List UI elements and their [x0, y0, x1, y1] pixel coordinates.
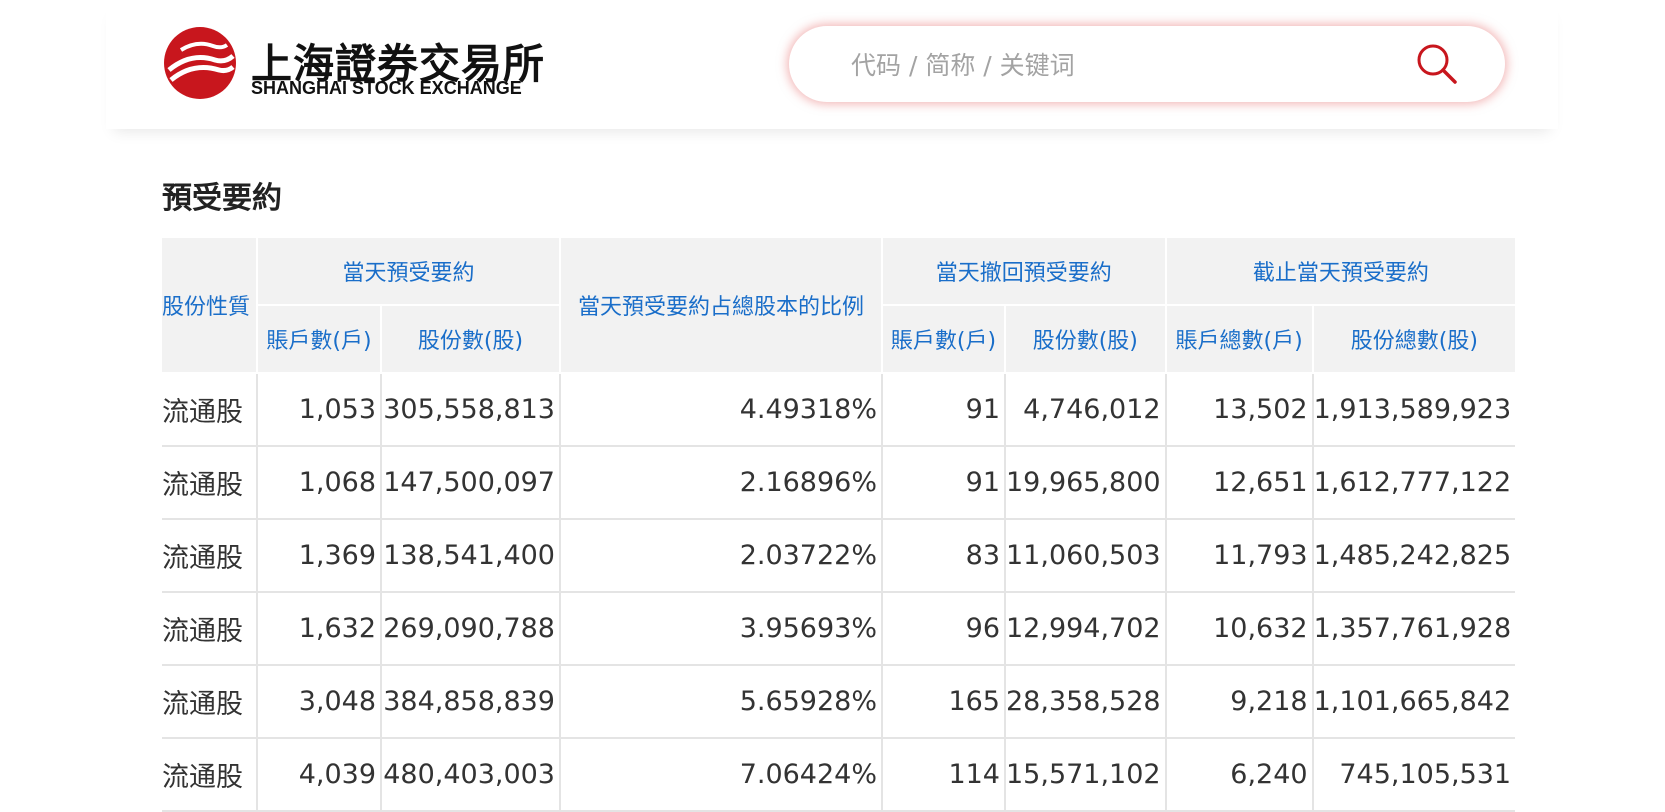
cell-share-type: 流通股	[162, 446, 257, 520]
cell-shares: 384,858,839	[380, 665, 560, 739]
cell-shares: 305,558,813	[380, 373, 560, 447]
cell-total-accounts: 6,240	[1164, 738, 1313, 812]
cell-accounts: 1,369	[256, 519, 381, 593]
cell-withdraw-accounts: 91	[881, 446, 1005, 520]
header-withdraw-accounts: 賬戶數(戶)	[881, 305, 1005, 374]
header-group-withdraw: 當天撤回預受要約	[881, 238, 1166, 306]
cell-total-accounts: 11,793	[1164, 519, 1313, 593]
site-header: 上海證券交易所 SHANGHAI STOCK EXCHANGE	[106, 0, 1558, 129]
cell-ratio: 2.03722%	[559, 519, 882, 593]
pre-acceptance-table: 股份性質 當天預受要約 當天預受要約占總股本的比例 當天撤回預受要約 截止當天預…	[162, 238, 1516, 812]
cell-total-shares: 1,101,665,842	[1311, 665, 1516, 739]
cell-withdraw-accounts: 91	[881, 373, 1005, 447]
header-shares: 股份數(股)	[380, 305, 560, 374]
table-row: 流通股 1,068 147,500,097 2.16896% 91 19,965…	[162, 446, 1516, 520]
cell-total-accounts: 13,502	[1164, 373, 1313, 447]
table-row: 流通股 4,039 480,403,003 7.06424% 114 15,57…	[162, 738, 1516, 812]
cell-withdraw-shares: 15,571,102	[1004, 738, 1166, 812]
cell-accounts: 4,039	[256, 738, 381, 812]
header-group-today: 當天預受要約	[256, 238, 560, 306]
cell-shares: 480,403,003	[380, 738, 560, 812]
cell-total-shares: 1,485,242,825	[1311, 519, 1516, 593]
cell-shares: 269,090,788	[380, 592, 560, 666]
sse-logo-mark-icon	[164, 27, 236, 99]
header-share-type: 股份性質	[162, 238, 257, 374]
cell-accounts: 3,048	[256, 665, 381, 739]
cell-ratio: 4.49318%	[559, 373, 882, 447]
cell-total-shares: 1,357,761,928	[1311, 592, 1516, 666]
cell-share-type: 流通股	[162, 665, 257, 739]
cell-withdraw-shares: 12,994,702	[1004, 592, 1166, 666]
header-withdraw-shares: 股份數(股)	[1004, 305, 1166, 374]
cell-accounts: 1,632	[256, 592, 381, 666]
table-row: 流通股 3,048 384,858,839 5.65928% 165 28,35…	[162, 665, 1516, 739]
table-row: 流通股 1,369 138,541,400 2.03722% 83 11,060…	[162, 519, 1516, 593]
cell-withdraw-accounts: 83	[881, 519, 1005, 593]
header-ratio: 當天預受要約占總股本的比例	[559, 238, 882, 374]
cell-withdraw-accounts: 96	[881, 592, 1005, 666]
cell-total-accounts: 10,632	[1164, 592, 1313, 666]
header-accounts: 賬戶數(戶)	[256, 305, 381, 374]
cell-shares: 138,541,400	[380, 519, 560, 593]
cell-withdraw-shares: 4,746,012	[1004, 373, 1166, 447]
cell-ratio: 2.16896%	[559, 446, 882, 520]
cell-share-type: 流通股	[162, 738, 257, 812]
table-row: 流通股 1,632 269,090,788 3.95693% 96 12,994…	[162, 592, 1516, 666]
cell-withdraw-shares: 11,060,503	[1004, 519, 1166, 593]
cell-total-accounts: 12,651	[1164, 446, 1313, 520]
cell-withdraw-accounts: 165	[881, 665, 1005, 739]
site-logo[interactable]: 上海證券交易所 SHANGHAI STOCK EXCHANGE	[163, 26, 544, 106]
cell-total-accounts: 9,218	[1164, 665, 1313, 739]
cell-total-shares: 1,612,777,122	[1311, 446, 1516, 520]
cell-accounts: 1,053	[256, 373, 381, 447]
cell-ratio: 3.95693%	[559, 592, 882, 666]
cell-share-type: 流通股	[162, 519, 257, 593]
page-title: 預受要約	[162, 181, 282, 216]
cell-ratio: 7.06424%	[559, 738, 882, 812]
cell-accounts: 1,068	[256, 446, 381, 520]
search-icon[interactable]	[1415, 42, 1459, 86]
cell-share-type: 流通股	[162, 373, 257, 447]
cell-withdraw-shares: 19,965,800	[1004, 446, 1166, 520]
header-total-shares: 股份總數(股)	[1311, 305, 1516, 374]
cell-withdraw-shares: 28,358,528	[1004, 665, 1166, 739]
cell-total-shares: 1,913,589,923	[1311, 373, 1516, 447]
cell-share-type: 流通股	[162, 592, 257, 666]
search-input[interactable]	[849, 40, 1393, 90]
table-row: 流通股 1,053 305,558,813 4.49318% 91 4,746,…	[162, 373, 1516, 447]
cell-withdraw-accounts: 114	[881, 738, 1005, 812]
header-total-accounts: 賬戶總數(戶)	[1164, 305, 1313, 374]
cell-shares: 147,500,097	[380, 446, 560, 520]
header-group-total: 截止當天預受要約	[1164, 238, 1516, 306]
search-box[interactable]	[789, 26, 1505, 102]
logo-english-name: SHANGHAI STOCK EXCHANGE	[251, 78, 522, 98]
cell-total-shares: 745,105,531	[1311, 738, 1516, 812]
cell-ratio: 5.65928%	[559, 665, 882, 739]
